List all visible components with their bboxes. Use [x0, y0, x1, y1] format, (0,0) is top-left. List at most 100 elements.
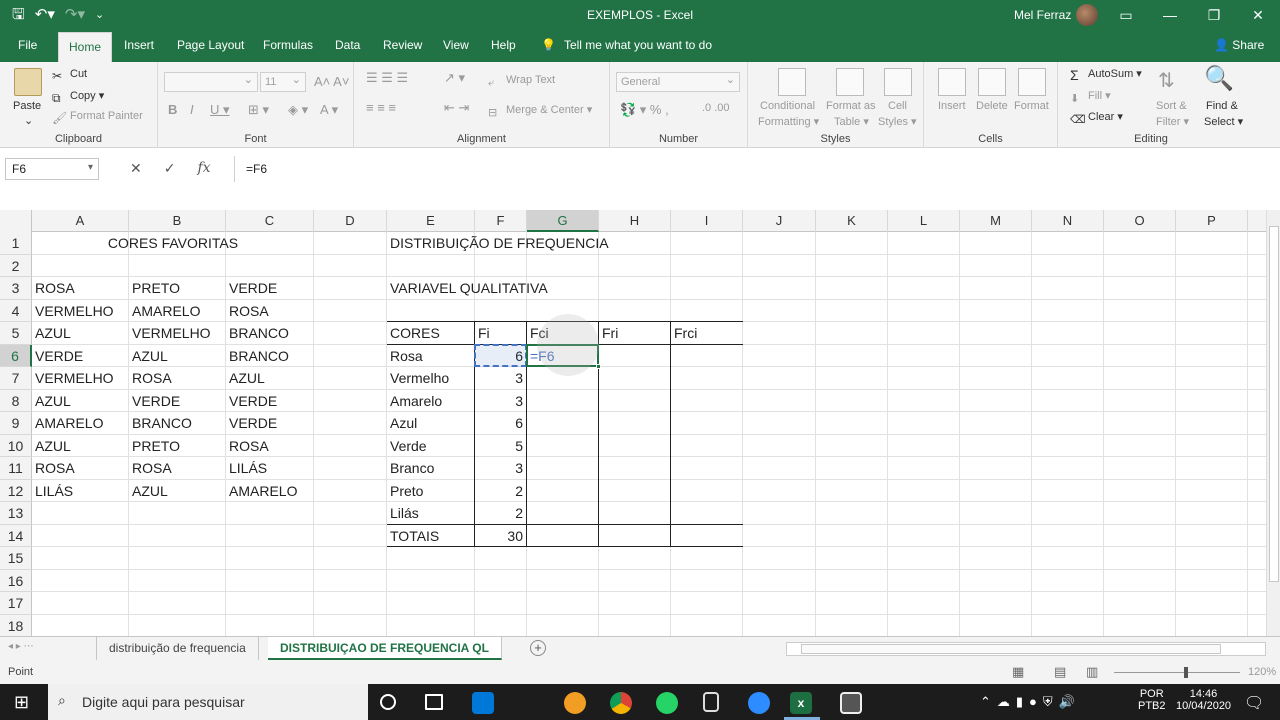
paste-button[interactable]: Paste — [13, 100, 41, 112]
cell-a8[interactable]: AZUL — [32, 390, 129, 413]
cell-f7[interactable]: 3 — [475, 367, 527, 390]
column-header-h[interactable]: H — [599, 210, 671, 232]
decimal-icon[interactable]: .0 .00 — [702, 102, 730, 114]
borders-icon[interactable]: ⊞ ▾ — [248, 102, 269, 118]
cell-a4[interactable]: VERMELHO — [32, 300, 129, 323]
row-header-8[interactable]: 8 — [0, 389, 32, 412]
cell-c8[interactable]: VERDE — [226, 390, 314, 413]
delete-cells-icon[interactable] — [978, 68, 1006, 96]
conditional-formatting-button[interactable]: Conditional — [760, 100, 815, 112]
cell-f11[interactable]: 3 — [475, 457, 527, 480]
row-header-10[interactable]: 10 — [0, 434, 32, 457]
mail-icon[interactable] — [472, 692, 494, 714]
cell-e11[interactable]: Branco — [387, 457, 475, 480]
sheet-tab-distribuicao[interactable]: distribuição de frequencia — [96, 637, 259, 660]
column-header-n[interactable]: N — [1032, 210, 1104, 232]
select-all-corner[interactable] — [0, 210, 32, 232]
cell-e14-totals[interactable]: TOTAIS — [387, 525, 475, 548]
orientation-icon[interactable]: ↗ ▾ — [444, 70, 465, 86]
cell-e9[interactable]: Azul — [387, 412, 475, 435]
sheet-tab-distribuicao-ql[interactable]: DISTRIBUIÇAO DE FREQUENCIA QL — [268, 637, 502, 660]
page-layout-view-icon[interactable]: ▤ — [1054, 664, 1066, 680]
cell-b9[interactable]: BRANCO — [129, 412, 226, 435]
minimize-icon[interactable]: — — [1148, 0, 1192, 30]
tell-me-box[interactable]: 💡 Tell me what you want to do — [541, 38, 712, 52]
cell-styles-button[interactable]: Cell — [888, 100, 907, 112]
row-header-6[interactable]: 6 — [0, 344, 32, 367]
italic-icon[interactable]: I — [190, 102, 194, 117]
column-header-b[interactable]: B — [129, 210, 226, 232]
format-cells-button[interactable]: Format — [1014, 100, 1049, 112]
sheet-nav-icon[interactable]: ◂ ▸ ⋯ — [8, 641, 34, 652]
align-top-icon[interactable]: ☰ ☰ ☰ — [366, 70, 408, 86]
cell-b3[interactable]: PRETO — [129, 277, 226, 300]
conditional-formatting-icon[interactable] — [778, 68, 806, 96]
clock[interactable]: 14:46 10/04/2020 — [1176, 688, 1231, 712]
cell-c11[interactable]: LILÁS — [226, 457, 314, 480]
page-break-view-icon[interactable]: ▥ — [1086, 664, 1098, 680]
cell-c10[interactable]: ROSA — [226, 435, 314, 458]
cell-b1-title[interactable]: CORES FAVORITAS — [32, 232, 314, 255]
cell-e10[interactable]: Verde — [387, 435, 475, 458]
formula-input[interactable]: =F6 — [246, 162, 267, 176]
whatsapp-icon[interactable] — [656, 692, 678, 714]
cell-a10[interactable]: AZUL — [32, 435, 129, 458]
cell-b12[interactable]: AZUL — [129, 480, 226, 503]
zoom-app-icon[interactable] — [748, 692, 770, 714]
find-select-button[interactable]: Find & — [1206, 100, 1238, 112]
cell-f8[interactable]: 3 — [475, 390, 527, 413]
fill-button[interactable]: ⬇ Fill ▾ — [1070, 89, 1111, 106]
autosum-button[interactable]: Σ AutoSum ▾ — [1070, 67, 1142, 83]
bold-icon[interactable]: B — [168, 102, 177, 117]
row-header-12[interactable]: 12 — [0, 479, 32, 502]
cell-e1-title[interactable]: DISTRIBUIÇÃO DE FREQUENCIA — [387, 232, 687, 255]
ribbon-display-icon[interactable]: ▭ — [1104, 0, 1148, 30]
row-header-4[interactable]: 4 — [0, 299, 32, 322]
font-name-select[interactable] — [164, 72, 258, 92]
table-header-e[interactable]: CORES — [387, 322, 475, 345]
cell-e8[interactable]: Amarelo — [387, 390, 475, 413]
cell-e3-subtitle[interactable]: VARIAVEL QUALITATIVA — [387, 277, 687, 300]
cell-a3[interactable]: ROSA — [32, 277, 129, 300]
row-header-2[interactable]: 2 — [0, 254, 32, 277]
underline-icon[interactable]: U ▾ — [210, 102, 230, 118]
format-cells-icon[interactable] — [1018, 68, 1046, 96]
zoom-level[interactable]: 120% — [1248, 666, 1276, 678]
insert-function-icon[interactable]: fx — [197, 160, 210, 177]
sort-filter-icon[interactable]: ⇅ — [1158, 68, 1175, 93]
zoom-slider-thumb[interactable] — [1184, 667, 1188, 678]
row-header-17[interactable]: 17 — [0, 592, 32, 615]
cortana-icon[interactable] — [380, 694, 396, 710]
row-header-16[interactable]: 16 — [0, 569, 32, 592]
column-header-l[interactable]: L — [888, 210, 960, 232]
cut-button[interactable]: ✂ Cut — [52, 68, 87, 83]
scroll-thumb[interactable] — [1269, 226, 1279, 582]
cell-a9[interactable]: AMARELO — [32, 412, 129, 435]
cell-f9[interactable]: 6 — [475, 412, 527, 435]
cell-a5[interactable]: AZUL — [32, 322, 129, 345]
row-header-13[interactable]: 13 — [0, 502, 32, 525]
cell-area[interactable]: CORES FAVORITAS DISTRIBUIÇÃO DE FREQUENCI… — [32, 232, 1266, 636]
task-view-icon[interactable] — [425, 694, 443, 710]
indent-icon[interactable]: ⇤ ⇥ — [444, 100, 469, 116]
cell-c9[interactable]: VERDE — [226, 412, 314, 435]
normal-view-icon[interactable]: ▦ — [1012, 664, 1024, 680]
excel-taskbar-icon[interactable]: x — [790, 692, 812, 714]
cell-e12[interactable]: Preto — [387, 480, 475, 503]
tab-view[interactable]: View — [443, 38, 469, 52]
windows-start-icon[interactable]: ⊞ — [14, 692, 29, 713]
cell-b5[interactable]: VERMELHO — [129, 322, 226, 345]
cell-c3[interactable]: VERDE — [226, 277, 314, 300]
cell-b7[interactable]: ROSA — [129, 367, 226, 390]
name-box[interactable]: F6 — [5, 158, 99, 180]
find-select-icon[interactable]: 🔍 — [1204, 64, 1234, 93]
cell-e7[interactable]: Vermelho — [387, 367, 475, 390]
cell-styles-icon[interactable] — [884, 68, 912, 96]
copy-button[interactable]: ⧉ Copy ▾ — [52, 89, 104, 105]
column-header-o[interactable]: O — [1104, 210, 1176, 232]
cell-b4[interactable]: AMARELO — [129, 300, 226, 323]
cell-e6[interactable]: Rosa — [387, 345, 475, 368]
tab-formulas[interactable]: Formulas — [263, 38, 313, 52]
row-header-15[interactable]: 15 — [0, 547, 32, 570]
column-header-f[interactable]: F — [475, 210, 527, 232]
